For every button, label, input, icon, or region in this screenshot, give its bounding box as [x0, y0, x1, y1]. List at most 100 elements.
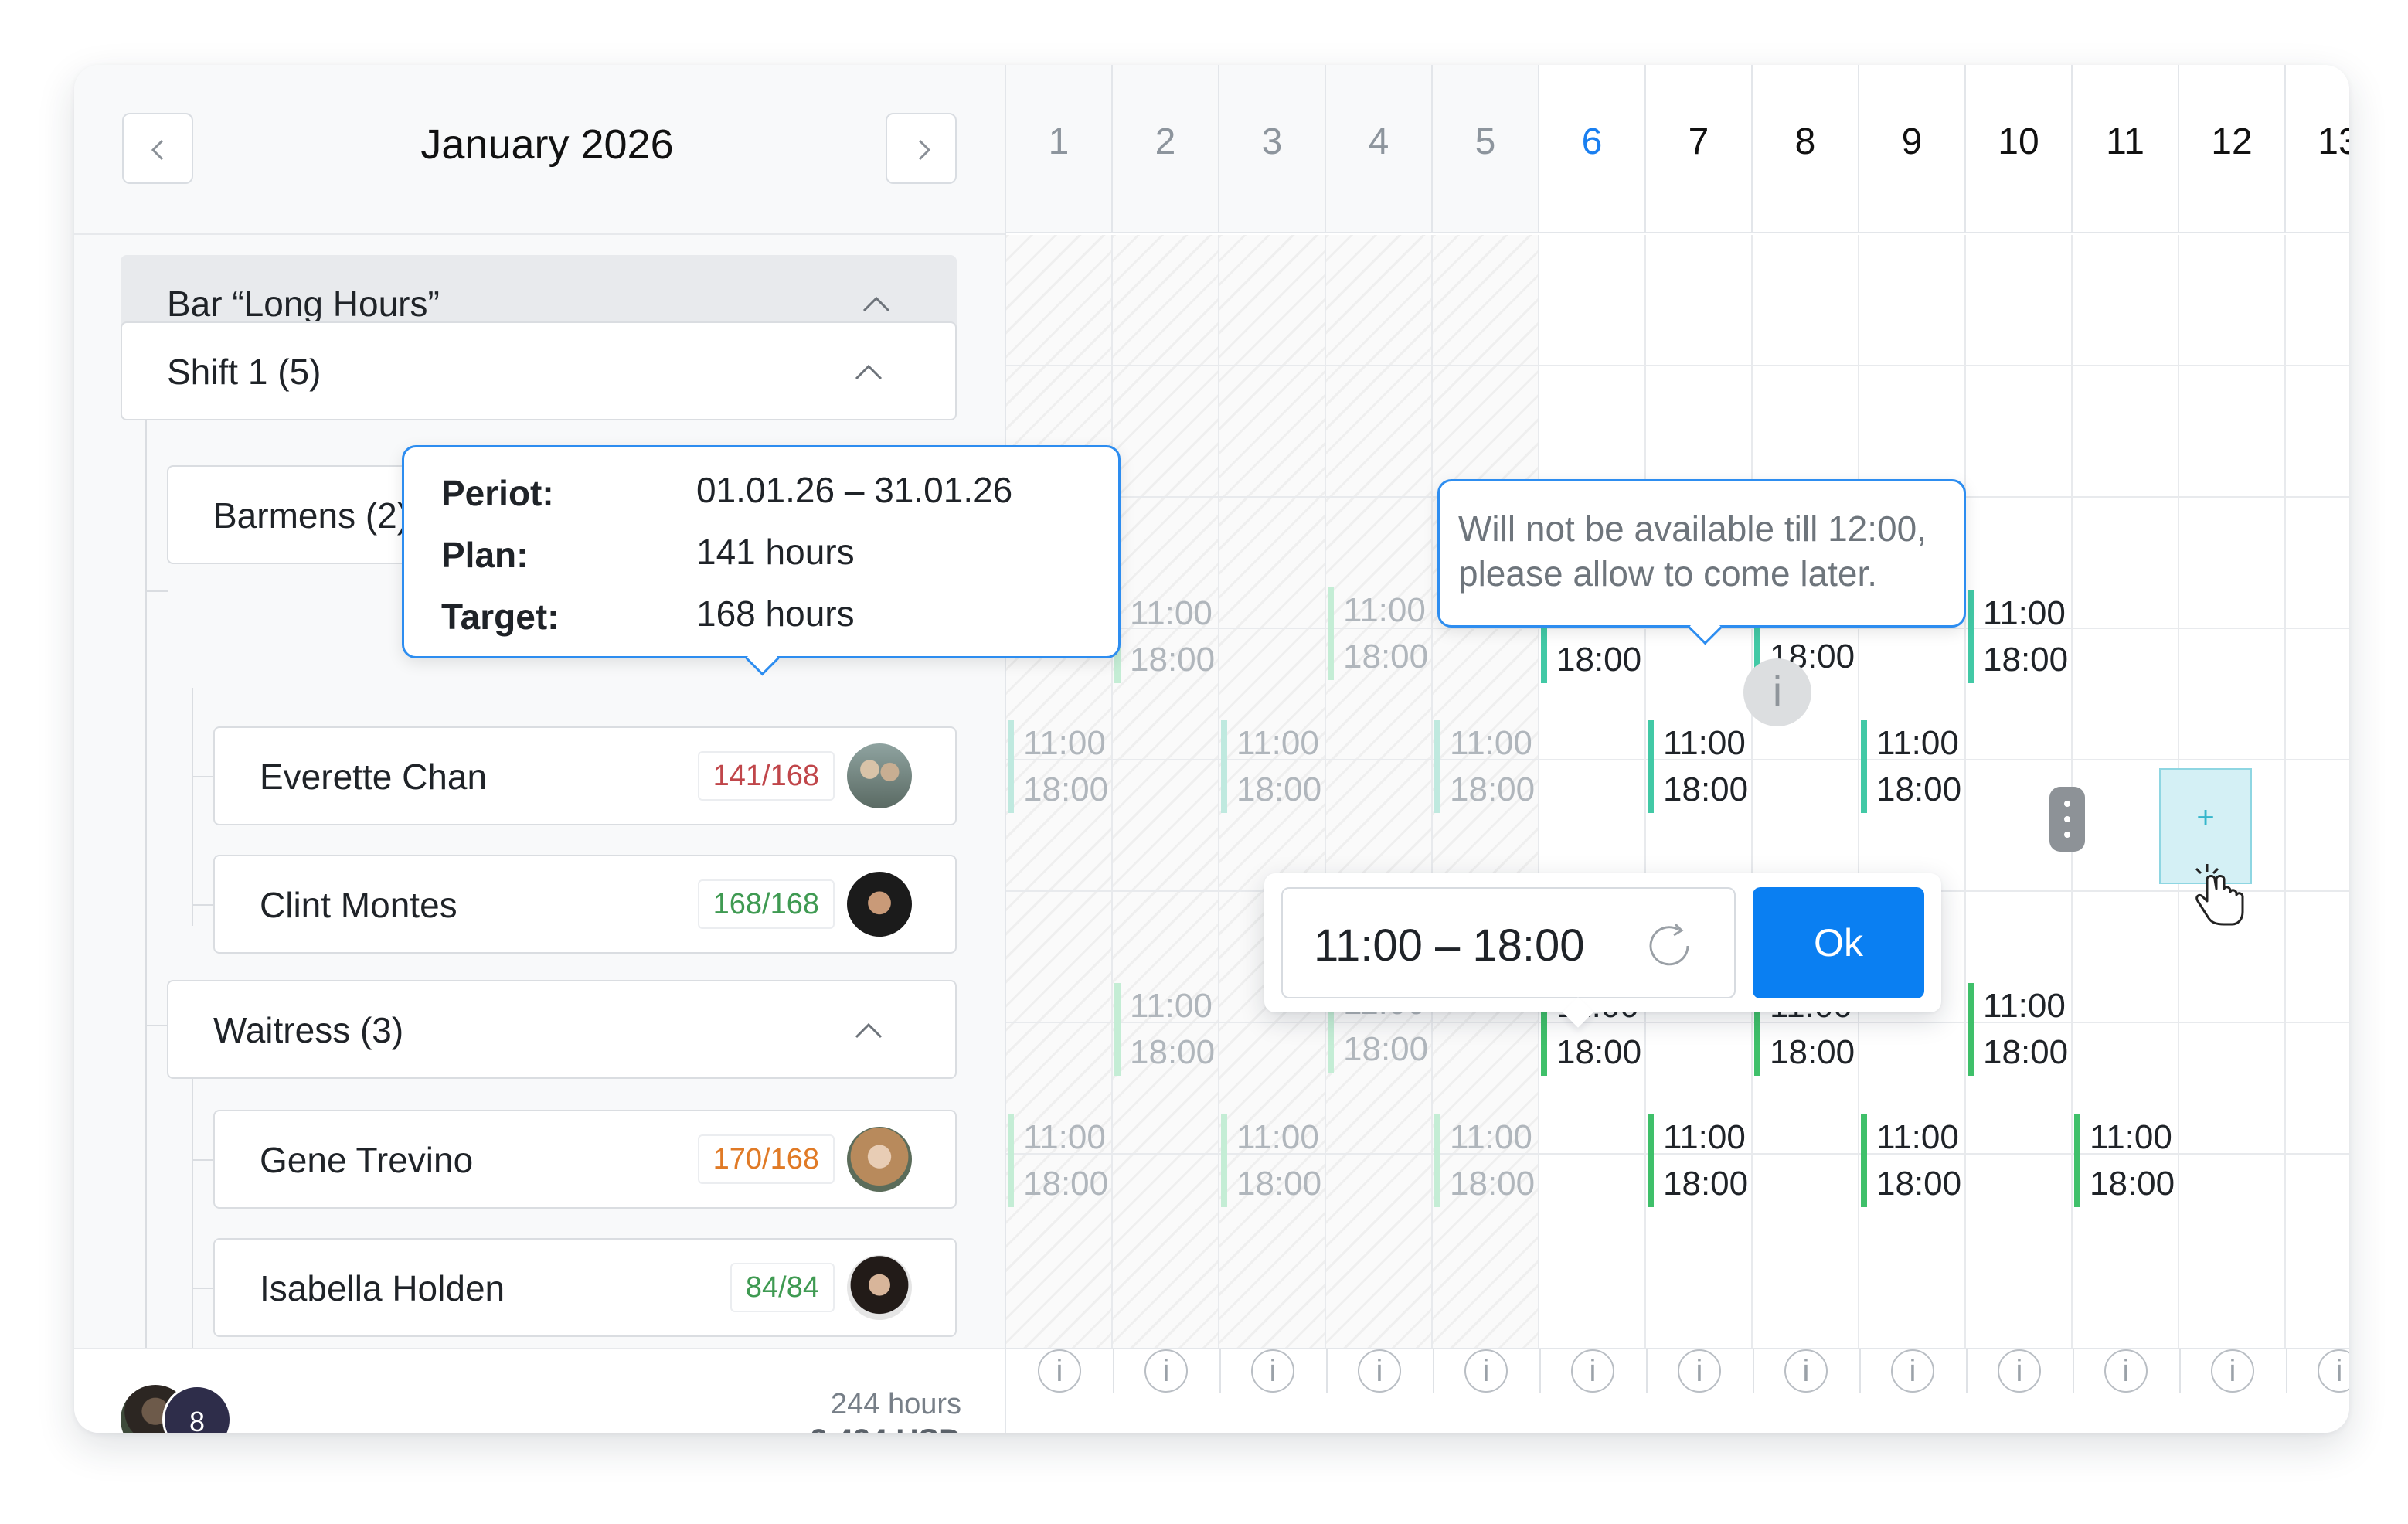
time-range-input[interactable]: 11:00 – 18:00 — [1281, 887, 1736, 998]
shift-start: 11:00 — [1130, 594, 1213, 632]
chevron-up-icon[interactable] — [853, 1019, 884, 1042]
info-icon[interactable]: i — [1998, 1349, 2041, 1393]
shift-end: 18:00 — [1236, 1165, 1322, 1203]
tree-branch — [192, 1288, 215, 1289]
day-header-13[interactable]: 13 — [2286, 65, 2349, 233]
shift-slot[interactable]: 11:00 18:00 — [1861, 720, 1961, 813]
info-icon[interactable]: i — [2211, 1349, 2254, 1393]
day-column-2[interactable] — [1113, 235, 1219, 1348]
tree-branch — [192, 904, 215, 906]
shift-start: 11:00 — [1876, 1118, 1959, 1156]
shift-slot[interactable]: 11:00 18:00 — [1114, 590, 1215, 683]
info-icon[interactable]: i — [1464, 1349, 1508, 1393]
shift-slot[interactable]: 11:00 18:00 — [1434, 720, 1535, 813]
day-number: 12 — [2211, 121, 2253, 162]
day-header-8[interactable]: 8 — [1753, 65, 1859, 233]
day-number: 3 — [1261, 121, 1283, 162]
shift-slot[interactable]: 11:00 18:00 — [1114, 983, 1215, 1076]
tooltip-period-value: 01.01.26 – 31.01.26 — [696, 470, 1013, 510]
tree-branch — [145, 590, 168, 592]
shift-slot[interactable]: 11:00 18:00 — [1648, 720, 1748, 813]
tree-line — [192, 688, 193, 926]
shift-slot[interactable]: 11:00 18:00 — [1434, 1114, 1535, 1207]
shift-end: 18:00 — [1556, 1033, 1642, 1071]
refresh-icon[interactable] — [1644, 921, 1699, 971]
shift-end: 18:00 — [1450, 771, 1536, 808]
day-number: 7 — [1688, 121, 1709, 162]
hours-badge: 141/168 — [697, 751, 835, 801]
employee-row[interactable]: Gene Trevino 170/168 — [213, 1110, 957, 1209]
shift-slot[interactable]: 11:00 18:00 — [1008, 1114, 1108, 1207]
shift-slot[interactable]: 11:00 18:00 — [1221, 1114, 1321, 1207]
tree-line — [145, 411, 147, 1348]
shift-start: 11:00 — [1450, 724, 1532, 762]
day-number: 1 — [1048, 121, 1070, 162]
schedule-app: January 2026 Bar “Long Hours” Shift 1 (5… — [74, 65, 2349, 1433]
plus-icon: + — [2196, 801, 2215, 835]
shift-slot[interactable]: 11:00 18:00 — [2074, 1114, 2175, 1207]
day-column-6[interactable] — [1539, 235, 1646, 1348]
info-icon[interactable]: i — [1571, 1349, 1614, 1393]
day-header-1[interactable]: 1 — [1006, 65, 1113, 233]
employee-row[interactable]: Isabella Holden 84/84 — [213, 1238, 957, 1337]
day-header-5[interactable]: 5 — [1433, 65, 1539, 233]
shift-start: 11:00 — [1130, 987, 1213, 1025]
day-header-9[interactable]: 9 — [1859, 65, 1966, 233]
day-header-12[interactable]: 12 — [2179, 65, 2286, 233]
employee-row[interactable]: Everette Chan 141/168 — [213, 726, 957, 825]
day-column-4[interactable] — [1326, 235, 1433, 1348]
kebab-menu-icon[interactable] — [2049, 787, 2085, 852]
info-icon[interactable]: i — [1784, 1349, 1828, 1393]
shift-end: 18:00 — [1876, 1165, 1962, 1203]
info-icon[interactable]: i — [1038, 1349, 1081, 1393]
shift-title: Shift 1 (5) — [167, 352, 321, 392]
day-header-4[interactable]: 4 — [1326, 65, 1433, 233]
shift-start: 11:00 — [1450, 1118, 1532, 1156]
shift-slot[interactable]: 11:00 18:00 — [1221, 720, 1321, 813]
role-title: Waitress (3) — [213, 1010, 404, 1050]
day-column-8[interactable] — [1753, 235, 1859, 1348]
info-icon[interactable]: i — [1891, 1349, 1934, 1393]
info-icon[interactable]: i — [1743, 658, 1811, 726]
chevron-up-icon[interactable] — [853, 360, 884, 383]
day-header-7[interactable]: 7 — [1646, 65, 1753, 233]
ok-button[interactable]: Ok — [1753, 887, 1924, 998]
info-icon[interactable]: i — [2104, 1349, 2148, 1393]
shift-slot[interactable]: 11:00 18:00 — [1328, 587, 1428, 680]
employee-row[interactable]: Clint Montes 168/168 — [213, 855, 957, 954]
shift-start: 11:00 — [1236, 1118, 1319, 1156]
shift-slot[interactable]: 11:00 18:00 — [1861, 1114, 1961, 1207]
shift-group-header[interactable]: Shift 1 (5) — [121, 321, 957, 420]
info-icon[interactable]: i — [1358, 1349, 1401, 1393]
shift-end: 18:00 — [1343, 1030, 1429, 1068]
day-header-10[interactable]: 10 — [1966, 65, 2073, 233]
day-header-3[interactable]: 3 — [1219, 65, 1326, 233]
column-separator — [2286, 1349, 2287, 1393]
shift-slot[interactable]: 11:00 18:00 — [1648, 1114, 1748, 1207]
day-header-2[interactable]: 2 — [1113, 65, 1219, 233]
avatar — [847, 1255, 912, 1320]
employee-panel: January 2026 Bar “Long Hours” Shift 1 (5… — [74, 65, 1005, 1433]
next-month-button[interactable] — [886, 113, 957, 184]
shift-slot[interactable]: 11:00 18:00 — [1008, 720, 1108, 813]
avatar — [847, 743, 912, 808]
day-header-11[interactable]: 11 — [2073, 65, 2179, 233]
info-icon[interactable]: i — [1144, 1349, 1188, 1393]
info-icon[interactable]: i — [1251, 1349, 1294, 1393]
day-header-6[interactable]: 6 — [1539, 65, 1646, 233]
day-number: 13 — [2318, 121, 2349, 162]
chevron-up-icon[interactable] — [861, 292, 892, 315]
shift-slot[interactable]: 11:00 18:00 — [1968, 590, 2068, 683]
tooltip-period-label: Periot: — [441, 473, 554, 513]
info-icon[interactable]: i — [1678, 1349, 1721, 1393]
day-column-13[interactable] — [2286, 235, 2349, 1348]
day-number: 10 — [1998, 121, 2039, 162]
day-number: 5 — [1474, 121, 1496, 162]
shift-end: 18:00 — [1130, 641, 1216, 679]
shift-slot[interactable]: 11:00 18:00 — [1968, 983, 2068, 1076]
shift-end: 18:00 — [1663, 771, 1749, 808]
prev-month-button[interactable] — [122, 113, 193, 184]
day-number: 9 — [1901, 121, 1923, 162]
role-group-header[interactable]: Waitress (3) — [167, 980, 957, 1079]
day-number: 4 — [1368, 121, 1389, 162]
